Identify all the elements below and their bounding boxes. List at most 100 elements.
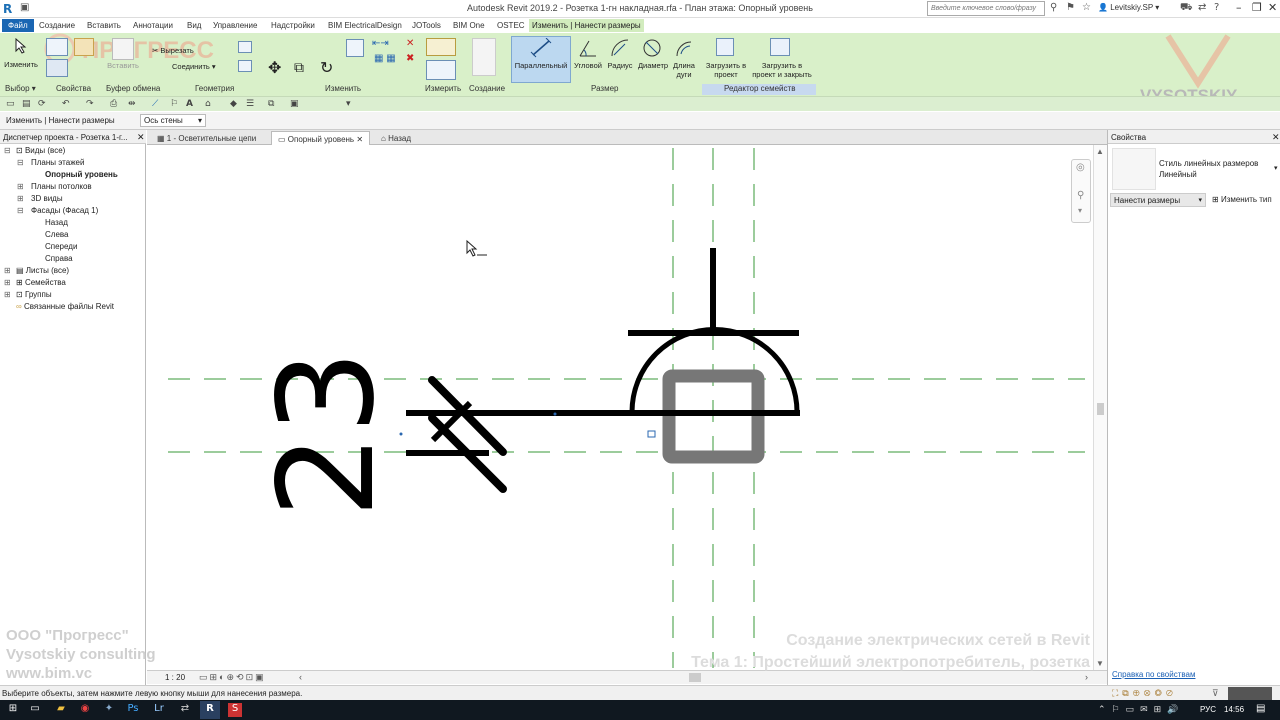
- diameter-dimension-icon[interactable]: [642, 38, 662, 58]
- scroll-down-icon[interactable]: ▼: [1096, 659, 1104, 668]
- redo-icon[interactable]: ↷: [86, 99, 94, 109]
- explorer-icon[interactable]: ▰: [54, 703, 68, 717]
- app2-icon[interactable]: Lr: [152, 703, 166, 717]
- zoom-icon[interactable]: ⚲: [1077, 190, 1084, 201]
- view-controls-icons[interactable]: ▭⊞◐⊕⟲⊡▣: [199, 672, 266, 683]
- binoculars-icon[interactable]: ⚲: [1050, 2, 1057, 13]
- cart-icon[interactable]: ⛟: [1180, 2, 1193, 15]
- diameter-button[interactable]: Диаметр: [634, 61, 672, 70]
- tree-ref-level[interactable]: Опорный уровень: [45, 170, 118, 179]
- edit-type-button[interactable]: ⊞ Изменить тип: [1212, 195, 1272, 204]
- save-icon[interactable]: ▤: [22, 99, 31, 109]
- parallel-dimension-icon[interactable]: [530, 38, 552, 58]
- print-icon[interactable]: ⎙: [110, 99, 117, 109]
- hscroll-left-icon[interactable]: ‹: [299, 672, 302, 682]
- 3d-view-icon[interactable]: ⌂: [205, 99, 211, 109]
- type-properties-icon[interactable]: [46, 59, 68, 77]
- exchange-icon[interactable]: ⇄: [1198, 2, 1206, 13]
- type-subname[interactable]: Линейный: [1159, 170, 1197, 179]
- properties-help-link[interactable]: Справка по свойствам: [1112, 670, 1195, 679]
- expand-icon[interactable]: ⊟: [17, 158, 24, 167]
- tree-left[interactable]: Слева: [45, 230, 69, 239]
- app-icon[interactable]: ✦: [102, 703, 116, 717]
- panel-select[interactable]: Выбор ▾: [5, 84, 36, 93]
- notifications-icon[interactable]: ▤: [1256, 703, 1265, 714]
- join-button[interactable]: Соединить ▾: [172, 62, 216, 71]
- expand-icon[interactable]: ⊞: [4, 266, 11, 275]
- hscroll-thumb[interactable]: [689, 673, 701, 682]
- favorites-star-icon[interactable]: ☆: [1082, 2, 1091, 13]
- tab-manage[interactable]: Управление: [210, 19, 260, 32]
- hscroll-right-icon[interactable]: ›: [1085, 672, 1088, 682]
- scroll-up-icon[interactable]: ▲: [1096, 147, 1104, 156]
- tree-views-all[interactable]: ⊡ Виды (все): [16, 146, 65, 155]
- browser-close-icon[interactable]: ✕: [137, 132, 145, 143]
- steering-wheel-icon[interactable]: ◎: [1076, 162, 1085, 173]
- expand-icon[interactable]: ⊞: [4, 278, 11, 287]
- split-face-icon[interactable]: [238, 60, 252, 72]
- tab-bim-one[interactable]: BIM One: [450, 19, 488, 32]
- drawing-svg[interactable]: 23: [147, 145, 1093, 670]
- flip-control-icon[interactable]: [647, 430, 656, 438]
- type-selector-chevron-icon[interactable]: ▾: [1274, 164, 1278, 172]
- load-and-close-button[interactable]: Загрузить в проект и закрыть: [750, 61, 814, 79]
- recorder-icon[interactable]: S: [228, 703, 242, 717]
- text-icon[interactable]: A: [186, 99, 193, 109]
- mirror-icon[interactable]: [346, 39, 364, 57]
- tag-icon[interactable]: ⚐: [170, 99, 178, 109]
- move-icon[interactable]: ✥: [268, 58, 281, 78]
- expand-icon[interactable]: ⊞: [17, 182, 24, 191]
- reference-select[interactable]: Ось стены ▾: [140, 114, 206, 127]
- revit-taskbar-icon[interactable]: R: [203, 703, 217, 717]
- tree-ceiling-plans[interactable]: Планы потолков: [31, 182, 92, 191]
- load-and-close-icon[interactable]: [770, 38, 790, 56]
- view-scale[interactable]: 1 : 20: [165, 673, 185, 682]
- tree-groups[interactable]: ⊡ Группы: [16, 290, 52, 299]
- tab-bim-electrical[interactable]: BIM ElectricalDesign: [325, 19, 405, 32]
- create-similar-icon[interactable]: [472, 38, 496, 76]
- measure-qat-icon[interactable]: ⇹: [128, 99, 136, 109]
- expand-icon[interactable]: ⊞: [4, 290, 11, 299]
- tab-jotools[interactable]: JOTools: [409, 19, 444, 32]
- modify-button[interactable]: Изменить: [3, 60, 39, 69]
- expand-icon[interactable]: ⊟: [17, 206, 24, 215]
- nav-menu-icon[interactable]: ▾: [1078, 206, 1082, 215]
- radius-dimension-icon[interactable]: [610, 38, 630, 58]
- cope-icon[interactable]: [238, 41, 252, 53]
- aligned-dimension-icon[interactable]: [426, 60, 456, 80]
- sync-icon[interactable]: ⟳: [38, 99, 46, 109]
- tab-file[interactable]: Файл: [2, 19, 34, 32]
- snap-point[interactable]: [399, 432, 403, 436]
- aligned-dim-qat-icon[interactable]: ⟋: [152, 99, 158, 109]
- chrome-icon[interactable]: ◉: [78, 703, 92, 717]
- thin-lines-icon[interactable]: ☰: [246, 99, 254, 109]
- switch-windows-icon[interactable]: ▣: [290, 99, 299, 109]
- help-icon[interactable]: ?: [1214, 2, 1219, 13]
- tab-view[interactable]: Вид: [184, 19, 204, 32]
- type-name[interactable]: Стиль линейных размеров: [1159, 159, 1258, 168]
- minimize-button[interactable]: –: [1236, 1, 1242, 14]
- copy-icon[interactable]: ⧉: [294, 59, 304, 76]
- view-tab-back[interactable]: ⌂ Назад: [375, 131, 417, 145]
- close-button[interactable]: ✕: [1268, 1, 1277, 14]
- search-input[interactable]: Введите ключевое слово/фразу: [927, 1, 1045, 16]
- array-icon[interactable]: ▦ ▦: [374, 53, 396, 64]
- app3-icon[interactable]: ⇄: [178, 703, 192, 717]
- tree-right[interactable]: Справа: [45, 254, 73, 263]
- tree-sheets[interactable]: ▤ Листы (все): [16, 266, 69, 275]
- cut-button[interactable]: ✂ Вырезать: [152, 46, 194, 55]
- properties-icon[interactable]: [46, 38, 68, 56]
- radius-button[interactable]: Радиус: [604, 61, 636, 70]
- rotate-icon[interactable]: ↻: [320, 58, 333, 78]
- align-icon[interactable]: ⇤⇥: [372, 38, 389, 49]
- vertical-scrollbar[interactable]: ▲ ▼: [1093, 145, 1107, 670]
- tab-annotate[interactable]: Аннотации: [130, 19, 176, 32]
- undo-icon[interactable]: ↶: [62, 99, 70, 109]
- tab-insert[interactable]: Вставить: [84, 19, 124, 32]
- angular-button[interactable]: Угловой: [570, 61, 606, 70]
- infocenter-icon[interactable]: ⚑: [1066, 2, 1075, 13]
- tray-language[interactable]: РУС: [1200, 705, 1216, 714]
- tab-modify-dimensions[interactable]: Изменить | Нанести размеры: [529, 19, 644, 32]
- expand-icon[interactable]: ⊞: [17, 194, 24, 203]
- photoshop-icon[interactable]: Ps: [126, 703, 140, 717]
